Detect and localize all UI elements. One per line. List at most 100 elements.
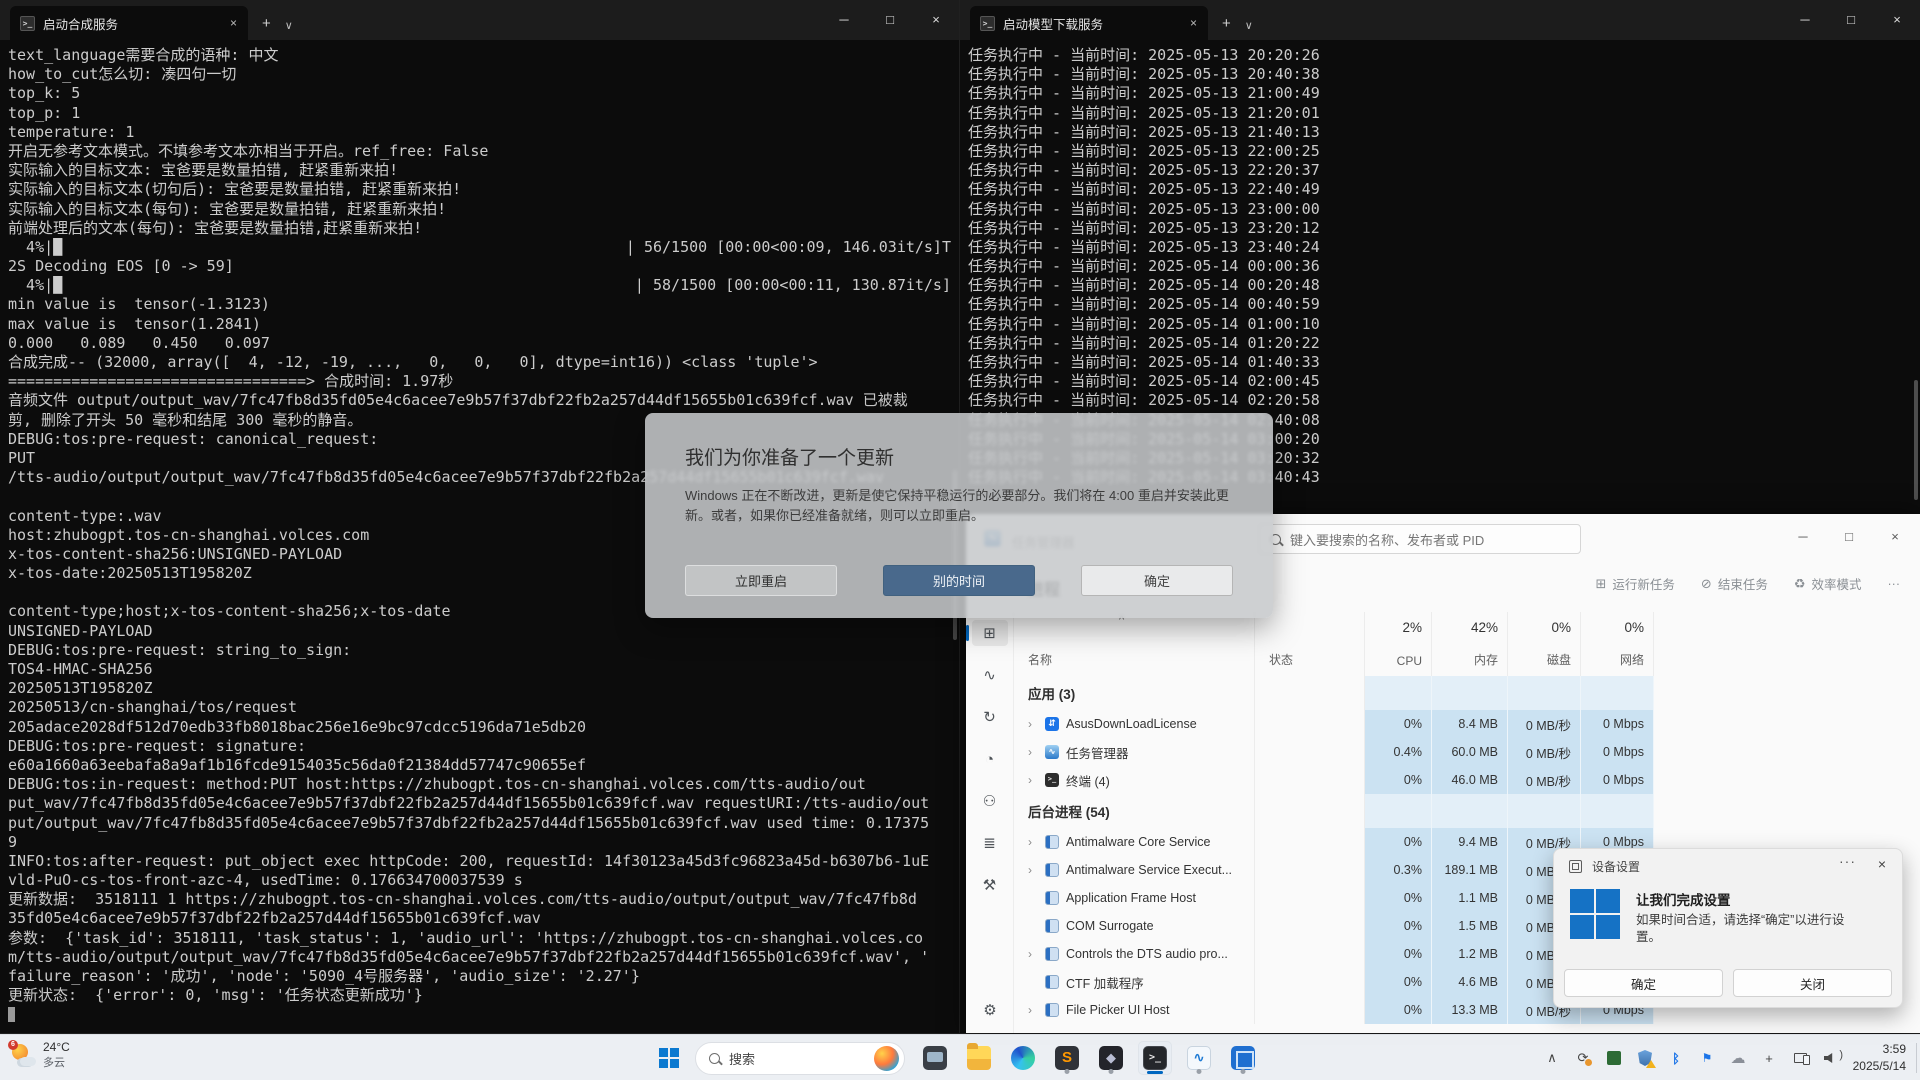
terminal-line: vld-PuO-cs-tos-front-azc-4, usedTime: 0.… — [8, 871, 951, 890]
tab-title: 启动模型下载服务 — [1003, 14, 1179, 33]
tab-close-icon[interactable]: × — [1187, 16, 1200, 30]
maximize-button[interactable]: □ — [1828, 0, 1874, 38]
close-button[interactable]: × — [1874, 0, 1920, 38]
tab-dropdown-button[interactable]: ∨ — [1245, 19, 1253, 32]
maximize-button[interactable]: □ — [1826, 514, 1872, 558]
terminal-line: TOS4-HMAC-SHA256 — [8, 660, 951, 679]
process-disk — [1508, 676, 1581, 710]
efficiency-mode-button[interactable]: ♻效率模式 — [1794, 574, 1862, 593]
process-disk: 0 MB/秒 — [1508, 738, 1581, 766]
cloud-tray-icon[interactable]: ☁ — [1729, 1049, 1747, 1067]
process-table-header[interactable]: ^ 名称 状态 2%CPU 42%内存 0%磁盘 0%网络 — [1014, 612, 1920, 676]
terminal-line: 35fd05e4c6acee7e9b57f37dbf22fb2a257d44df… — [8, 909, 951, 928]
terminal-line: 任务执行中 - 当前时间: 2025-05-14 00:20:48 — [968, 276, 1912, 295]
weather-badge: 6 — [8, 1040, 18, 1050]
tab-close-icon[interactable]: × — [227, 16, 240, 30]
sync-tray-icon[interactable]: ⟳ — [1574, 1049, 1592, 1067]
terminal-icon: >_ — [20, 16, 35, 31]
sidebar-item-performance[interactable]: ∿ — [972, 662, 1008, 688]
pinwheel-tray-icon[interactable]: ⚑ — [1698, 1049, 1716, 1067]
bluetooth-tray-icon[interactable]: ᛒ — [1667, 1049, 1685, 1067]
process-row[interactable]: ›>_终端 (4)0%46.0 MB0 MB/秒0 Mbps — [1014, 766, 1920, 794]
chevron-up-tray-icon[interactable]: ∧ — [1543, 1049, 1561, 1067]
new-tab-button[interactable]: + — [1222, 15, 1231, 32]
process-section-row[interactable]: 后台进程 (54) — [1014, 794, 1920, 828]
more-options-button[interactable]: ··· — [1888, 577, 1901, 591]
settings-gear-icon[interactable]: ⚙ — [966, 1001, 1014, 1019]
toast-close-icon[interactable]: × — [1878, 856, 1886, 872]
search-input[interactable]: 键入要搜索的名称、发布者或 PID — [1259, 524, 1581, 554]
shield-tray-icon[interactable] — [1636, 1049, 1654, 1067]
toast-ok-button[interactable]: 确定 — [1564, 969, 1723, 997]
sidebar-item-startup-apps[interactable]: ◔ — [972, 746, 1008, 772]
toast-more-icon[interactable]: ··· — [1839, 853, 1856, 869]
download-process-icon: ⇵ — [1045, 717, 1059, 731]
terminal-tab-synthesis[interactable]: >_ 启动合成服务 × — [10, 6, 248, 40]
terminal-line: 任务执行中 - 当前时间: 2025-05-13 22:00:25 — [968, 142, 1912, 161]
close-button[interactable]: × — [913, 0, 959, 38]
tab-dropdown-button[interactable]: ∨ — [285, 19, 293, 32]
terminal-line: 4%|█| 58/1500 [00:00<00:11, 130.87it/s] — [8, 276, 951, 295]
minimize-button[interactable]: ─ — [1780, 514, 1826, 558]
dialog-body: Windows 正在不断改进，更新是使它保持平稳运行的必要部分。我们将在 4:0… — [685, 486, 1233, 526]
sidebar-item-details[interactable]: ≣ — [972, 830, 1008, 856]
blue-app-taskbar-icon[interactable] — [1226, 1041, 1260, 1075]
sidebar-item-services[interactable]: ⚒ — [972, 872, 1008, 898]
process-section-row[interactable]: 应用 (3) — [1014, 676, 1920, 710]
close-button[interactable]: × — [1872, 514, 1918, 558]
terminal-titlebar[interactable]: >_ 启动合成服务 × + ∨ ─ □ × — [0, 0, 959, 40]
process-status — [1255, 710, 1365, 738]
pick-another-time-button[interactable]: 别的时间 — [883, 565, 1035, 596]
process-row[interactable]: ›∿任务管理器0.4%60.0 MB0 MB/秒0 Mbps — [1014, 738, 1920, 766]
process-row[interactable]: ›⇵AsusDownLoadLicense0%8.4 MB0 MB/秒0 Mbp… — [1014, 710, 1920, 738]
show-desktop-button[interactable] — [1916, 1043, 1920, 1073]
start-button[interactable] — [652, 1041, 686, 1075]
terminal-tab-download[interactable]: >_ 启动模型下载服务 × — [970, 6, 1208, 40]
cast-tray-icon[interactable] — [1791, 1049, 1809, 1067]
device-settings-toast: 设备设置 ··· × 让我们完成设置 如果时间合适，请选择“确定”以进行设置。 … — [1553, 848, 1903, 1008]
toolbar-actions: ⊞运行新任务 ⊘结束任务 ♻效率模式 ··· — [1595, 574, 1900, 593]
sidebar-item-app-history[interactable]: ↻ — [972, 704, 1008, 730]
minimize-button[interactable]: ─ — [821, 0, 867, 38]
new-tab-button[interactable]: + — [262, 15, 271, 32]
speaker-tray-icon[interactable] — [1822, 1049, 1840, 1067]
process-status — [1255, 912, 1365, 940]
terminal-line: 实际输入的目标文本(每句): 宝爸要是数量拍错, 赶紧重新来拍! — [8, 200, 951, 219]
minimize-button[interactable]: ─ — [1782, 0, 1828, 38]
sidebar-item-users[interactable]: ⚇ — [972, 788, 1008, 814]
file-explorer-taskbar-icon[interactable] — [962, 1041, 996, 1075]
windows-logo-icon — [1570, 889, 1620, 939]
terminal-line: 任务执行中 - 当前时间: 2025-05-14 00:40:59 — [968, 295, 1912, 314]
remote-desktop-taskbar-icon[interactable] — [918, 1041, 952, 1075]
process-name: 应用 (3) — [1028, 683, 1075, 703]
column-memory: 内存 — [1474, 651, 1498, 668]
terminal-titlebar[interactable]: >_ 启动模型下载服务 × + ∨ ─ □ × — [960, 0, 1920, 40]
terminal-line: temperature: 1 — [8, 123, 951, 142]
sidebar-item-processes[interactable]: ⊞ — [972, 620, 1008, 646]
network-total: 0% — [1624, 620, 1644, 635]
taskbar-search[interactable]: 搜索 — [695, 1042, 905, 1075]
memory-total: 42% — [1471, 620, 1498, 635]
right-terminal-scrollbar[interactable] — [1914, 380, 1918, 500]
confirm-button[interactable]: 确定 — [1081, 565, 1233, 596]
edge-taskbar-icon[interactable] — [1006, 1041, 1040, 1075]
maximize-button[interactable]: □ — [867, 0, 913, 38]
terminal-line: 4%|█| 56/1500 [00:00<00:09, 146.03it/s]T — [8, 238, 951, 257]
expand-chevron-icon: › — [1028, 947, 1038, 961]
terminal-line: 任务执行中 - 当前时间: 2025-05-14 01:40:33 — [968, 353, 1912, 372]
run-new-task-button[interactable]: ⊞运行新任务 — [1595, 574, 1674, 593]
cpu-total: 2% — [1402, 620, 1422, 635]
restart-now-button[interactable]: 立即重启 — [685, 565, 837, 596]
terminal-app-taskbar-icon[interactable] — [1138, 1041, 1172, 1075]
toast-close-button[interactable]: 关闭 — [1733, 969, 1892, 997]
obsidian-taskbar-icon[interactable] — [1094, 1041, 1128, 1075]
weather-widget[interactable]: 6 24°C 多云 — [10, 1040, 70, 1070]
terminal-line: 任务执行中 - 当前时间: 2025-05-13 22:20:37 — [968, 161, 1912, 180]
plus-tray-icon[interactable]: + — [1760, 1049, 1778, 1067]
taskbar-clock[interactable]: 3:59 2025/5/14 — [1853, 1041, 1906, 1075]
task-manager-taskbar-icon[interactable] — [1182, 1041, 1216, 1075]
window-process-icon — [1045, 835, 1059, 849]
end-task-button[interactable]: ⊘结束任务 — [1701, 574, 1768, 593]
sublime-taskbar-icon[interactable] — [1050, 1041, 1084, 1075]
nvidia-tray-icon[interactable] — [1605, 1049, 1623, 1067]
